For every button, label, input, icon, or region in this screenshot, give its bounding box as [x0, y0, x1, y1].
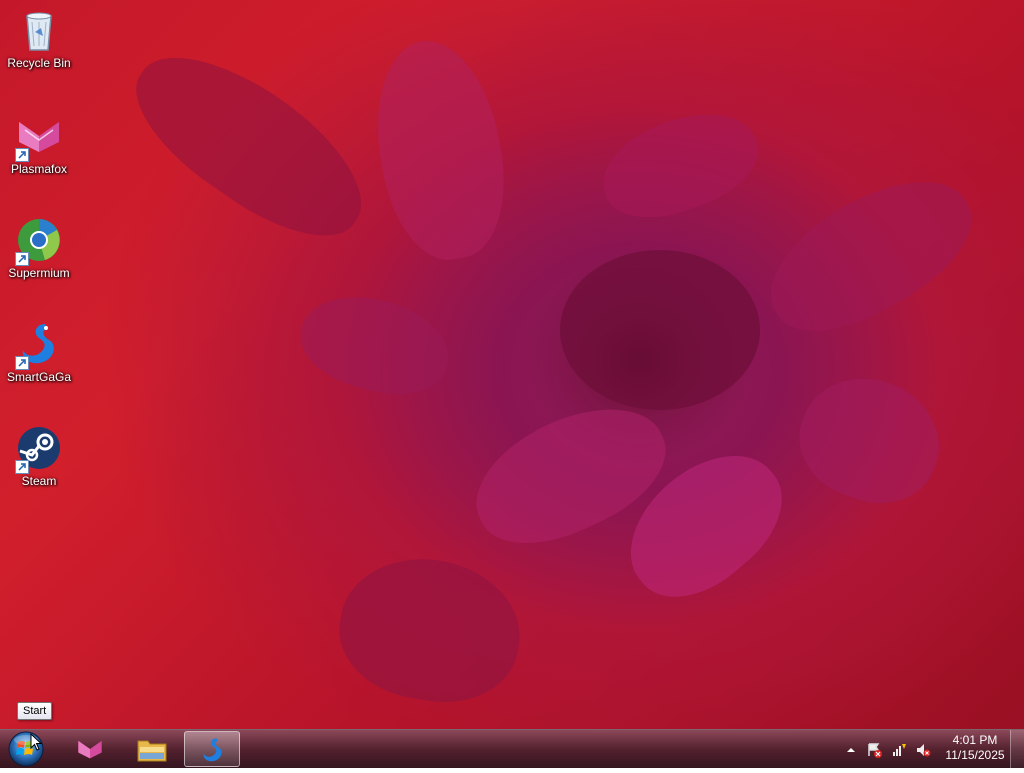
- desktop-icon-label: SmartGaGa: [6, 370, 72, 384]
- taskbar-clock[interactable]: 4:01 PM 11/15/2025: [940, 733, 1010, 763]
- desktop-icon-steam[interactable]: Steam: [1, 424, 77, 488]
- desktop-icon-plasmafox[interactable]: Plasmafox: [1, 112, 77, 176]
- wallpaper-petal: [589, 95, 771, 235]
- steam-icon: [15, 424, 63, 474]
- show-desktop-button[interactable]: [1010, 730, 1024, 768]
- plasmafox-icon: [78, 740, 102, 759]
- action-center-icon[interactable]: [866, 742, 882, 758]
- smartgaga-icon: [15, 320, 63, 370]
- supermium-icon: [15, 216, 63, 266]
- plasmafox-icon: [15, 112, 63, 162]
- desktop-wallpaper: Recycle Bin Plasmafox Supermium SmartGaG…: [0, 0, 1024, 729]
- file-explorer-icon: [137, 740, 167, 762]
- desktop-icon-supermium[interactable]: Supermium: [1, 216, 77, 280]
- wallpaper-petal: [560, 250, 760, 410]
- shortcut-arrow-icon: [15, 460, 29, 474]
- taskbar-button-smartgaga[interactable]: [184, 731, 240, 767]
- volume-muted-icon[interactable]: [915, 742, 931, 758]
- desktop-icon-recycle-bin[interactable]: Recycle Bin: [1, 6, 77, 70]
- start-tooltip: Start: [17, 702, 53, 720]
- taskbar-button-file-explorer[interactable]: [124, 731, 180, 767]
- network-icon[interactable]: [891, 742, 907, 758]
- show-hidden-icons-arrow[interactable]: [845, 742, 861, 758]
- shortcut-arrow-icon: [15, 148, 29, 162]
- desktop-icon-label: Recycle Bin: [7, 56, 71, 70]
- wallpaper-petal: [290, 282, 460, 408]
- wallpaper-petal: [111, 25, 389, 265]
- desktop-icon-smartgaga[interactable]: SmartGaGa: [1, 320, 77, 384]
- mouse-pointer-icon: [30, 732, 43, 756]
- wallpaper-petal: [783, 359, 957, 521]
- desktop-icon-label: Supermium: [8, 266, 70, 280]
- taskbar: [0, 729, 1024, 768]
- clock-date: 11/15/2025: [945, 748, 1005, 762]
- wallpaper-petal: [329, 545, 531, 715]
- taskbar-button-plasmafox[interactable]: [62, 731, 118, 767]
- clock-time: 4:01 PM: [952, 733, 998, 747]
- smartgaga-icon: [203, 738, 222, 762]
- desktop-icon-label: Plasmafox: [10, 162, 68, 176]
- recycle-bin-icon: [15, 6, 63, 54]
- shortcut-arrow-icon: [15, 252, 29, 266]
- shortcut-arrow-icon: [15, 356, 29, 370]
- wallpaper-petal: [361, 31, 519, 269]
- wallpaper-petal: [747, 152, 993, 358]
- desktop-icon-label: Steam: [21, 474, 57, 488]
